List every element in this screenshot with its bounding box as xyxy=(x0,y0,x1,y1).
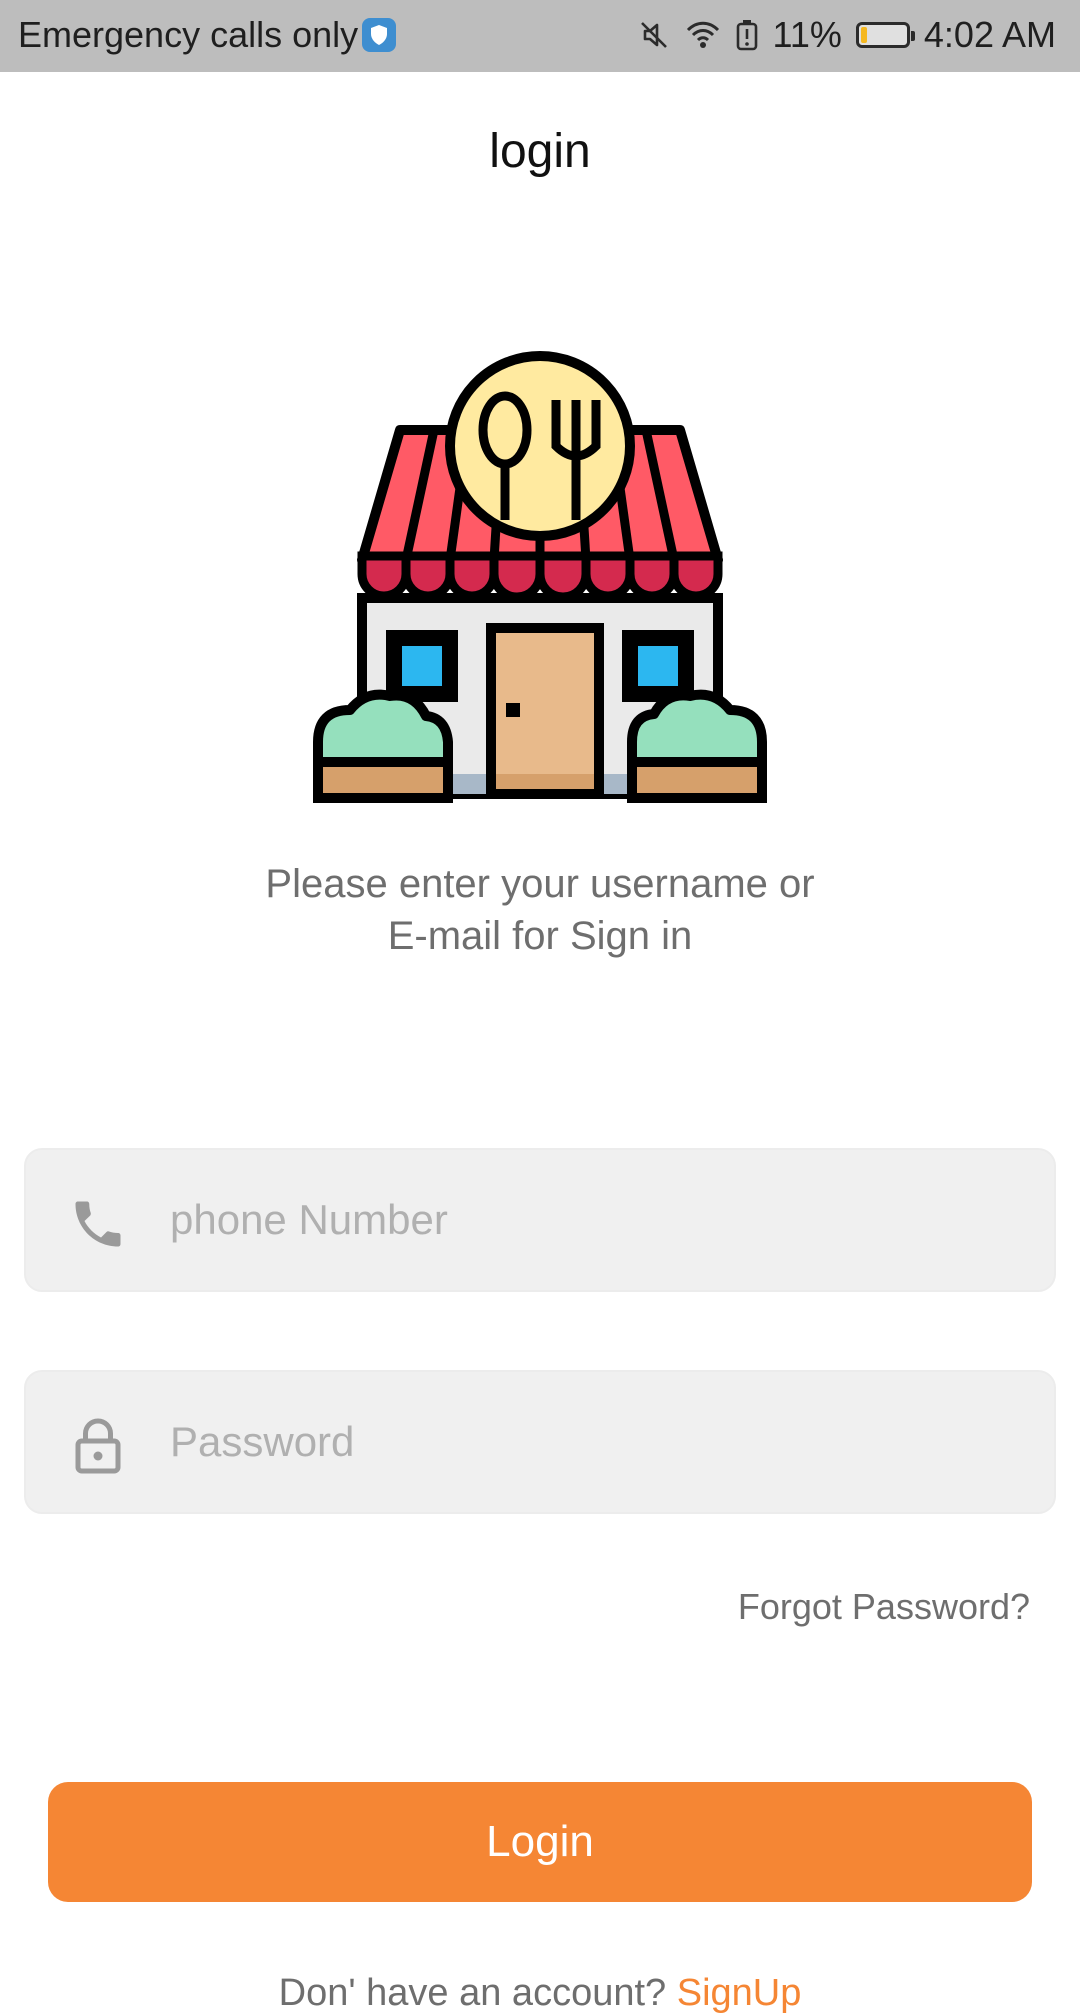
forgot-password-link[interactable]: Forgot Password? xyxy=(738,1586,1030,1628)
page-title: login xyxy=(489,125,591,178)
battery-cap xyxy=(910,31,915,41)
status-left: Emergency calls only xyxy=(18,14,397,56)
intro-line-2: E-mail for Sign in xyxy=(387,914,693,958)
battery-alert-icon xyxy=(735,19,759,51)
login-button[interactable]: Login xyxy=(48,1782,1032,1902)
intro-text: Please enter your username or E-mail for… xyxy=(140,858,940,962)
phone-icon xyxy=(75,1201,121,1247)
password-field[interactable] xyxy=(24,1370,1056,1514)
login-screen: Emergency calls only 11% 4:02 AM login P… xyxy=(0,0,1080,2016)
status-bar: Emergency calls only 11% 4:02 AM xyxy=(0,0,1080,72)
mute-icon xyxy=(637,18,671,52)
status-right: 11% 4:02 AM xyxy=(637,14,1056,56)
password-input[interactable] xyxy=(170,1372,1030,1512)
battery-icon xyxy=(855,22,915,48)
restaurant-storefront-icon xyxy=(313,351,767,803)
phone-field[interactable] xyxy=(24,1148,1056,1292)
signup-prompt-text: Don' have an account? xyxy=(278,1972,667,2014)
battery-fill xyxy=(860,27,867,43)
signup-prompt: Don' have an account? SignUp xyxy=(0,1972,1080,2015)
intro-line-1: Please enter your username or xyxy=(265,862,815,906)
carrier-text: Emergency calls only xyxy=(18,14,359,55)
status-time: 4:02 AM xyxy=(923,14,1056,55)
battery-percent: 11% xyxy=(772,14,842,55)
phone-input[interactable] xyxy=(170,1150,1030,1290)
lock-icon xyxy=(75,1418,121,1474)
wifi-icon xyxy=(685,19,721,51)
signup-link[interactable]: SignUp xyxy=(677,1972,802,2014)
shield-icon xyxy=(362,18,397,52)
